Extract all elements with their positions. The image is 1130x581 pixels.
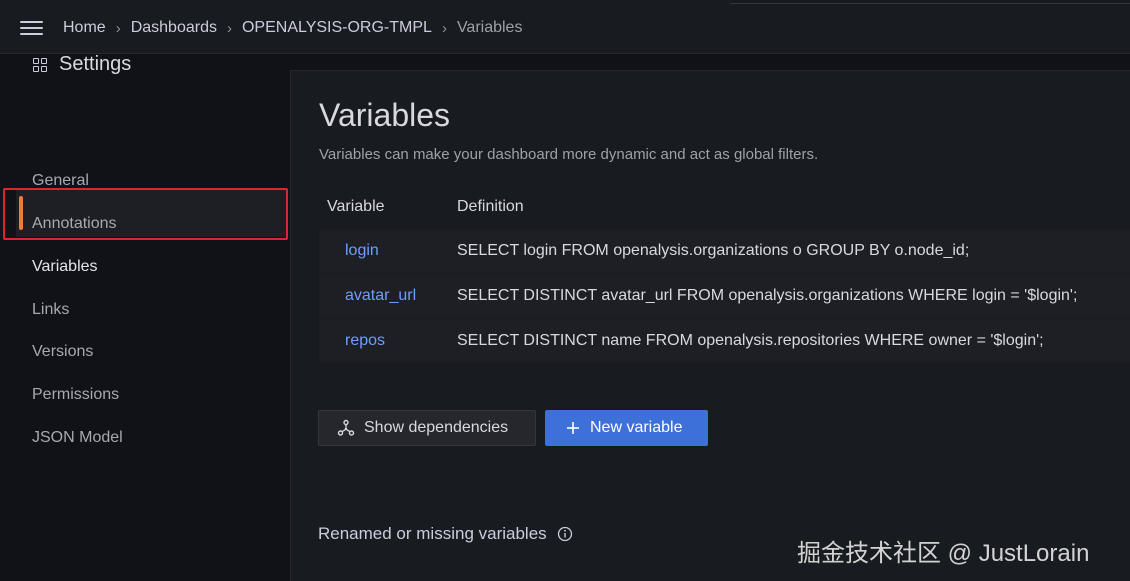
top-bar: Home › Dashboards › OPENALYSIS-ORG-TMPL …	[0, 0, 1130, 54]
settings-title: Settings	[33, 53, 131, 76]
info-icon[interactable]	[557, 526, 573, 542]
column-header-definition: Definition	[457, 198, 524, 215]
sidebar-item-label: JSON Model	[32, 429, 123, 446]
watermark: 掘金技术社区 @ JustLorain	[797, 540, 1090, 567]
variable-link[interactable]: login	[345, 242, 379, 260]
breadcrumb: Home › Dashboards › OPENALYSIS-ORG-TMPL …	[63, 19, 522, 37]
sidebar-item-json-model[interactable]: JSON Model	[0, 418, 290, 458]
search-bar-edge	[730, 0, 1130, 4]
variable-definition: SELECT login FROM openalysis.organizatio…	[457, 242, 970, 259]
plus-icon	[565, 420, 581, 436]
annotation-highlight-box	[3, 188, 288, 240]
variable-definition: SELECT DISTINCT avatar_url FROM openalys…	[457, 287, 1078, 304]
breadcrumb-dashboards[interactable]: Dashboards	[131, 19, 217, 37]
settings-title-label: Settings	[59, 53, 132, 75]
hamburger-menu-icon[interactable]	[20, 21, 43, 35]
renamed-variables-label: Renamed or missing variables	[318, 524, 547, 543]
new-variable-label: New variable	[590, 419, 683, 436]
breadcrumb-home[interactable]: Home	[63, 19, 106, 37]
sidebar-item-variables[interactable]: Variables	[0, 247, 290, 287]
variable-link[interactable]: repos	[345, 332, 385, 350]
variable-definition: SELECT DISTINCT name FROM openalysis.rep…	[457, 332, 1044, 349]
sidebar-item-label: Variables	[32, 258, 98, 275]
breadcrumb-current: Variables	[456, 19, 523, 36]
sidebar-item-label: Links	[32, 301, 70, 318]
chevron-right-icon: ›	[226, 19, 232, 37]
renamed-variables-heading: Renamed or missing variables	[318, 524, 573, 544]
show-dependencies-label: Show dependencies	[364, 419, 509, 436]
page-title: Variables	[319, 97, 451, 133]
page-description: Variables can make your dashboard more d…	[319, 146, 819, 163]
chevron-right-icon: ›	[115, 19, 121, 37]
chevron-right-icon: ›	[441, 19, 447, 37]
column-header-variable: Variable	[327, 198, 385, 215]
sidebar-item-label: Versions	[32, 343, 94, 360]
apps-grid-icon	[33, 57, 47, 72]
show-dependencies-button[interactable]: Show dependencies	[318, 410, 536, 446]
variable-link[interactable]: avatar_url	[345, 287, 416, 305]
new-variable-button[interactable]: New variable	[545, 410, 708, 446]
sidebar-item-versions[interactable]: Versions	[0, 332, 290, 372]
sidebar-item-permissions[interactable]: Permissions	[0, 375, 290, 415]
breadcrumb-dashboard[interactable]: OPENALYSIS-ORG-TMPL	[242, 19, 432, 37]
network-graph-icon	[337, 419, 355, 437]
sidebar-item-links[interactable]: Links	[0, 290, 290, 330]
sidebar-item-label: Permissions	[32, 386, 120, 403]
